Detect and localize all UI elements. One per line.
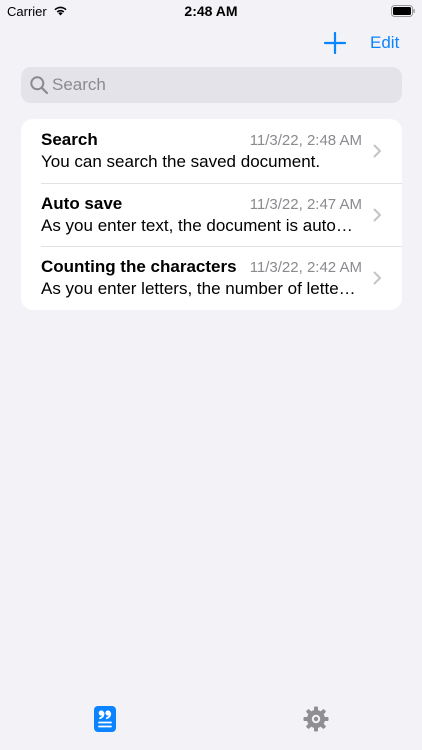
chevron-right-icon <box>373 208 381 222</box>
list-item[interactable]: Auto save 11/3/22, 2:47 AM As you enter … <box>21 182 402 247</box>
status-time: 2:48 AM <box>184 3 238 19</box>
document-quote-icon[interactable] <box>93 705 117 733</box>
document-title: Search <box>41 130 98 149</box>
list-item[interactable]: Counting the characters 11/3/22, 2:42 AM… <box>21 246 402 310</box>
chevron-right-icon <box>373 271 381 285</box>
list-item[interactable]: Search 11/3/22, 2:48 AM You can search t… <box>21 119 402 183</box>
document-date: 11/3/22, 2:48 AM <box>249 132 362 149</box>
document-preview: As you enter letters, the number of lett… <box>41 279 356 299</box>
document-preview: You can search the saved document. <box>41 152 321 171</box>
edit-button[interactable]: Edit <box>370 33 399 53</box>
document-date: 11/3/22, 2:47 AM <box>249 195 362 213</box>
document-list: Search 11/3/22, 2:48 AM You can search t… <box>21 119 402 310</box>
document-title: Counting the characters <box>41 257 237 277</box>
search-bar[interactable] <box>21 67 402 103</box>
search-input[interactable] <box>52 67 392 103</box>
battery-icon <box>391 5 415 17</box>
plus-icon[interactable] <box>322 30 348 56</box>
document-preview: As you enter text, the document is auto… <box>41 215 353 235</box>
gear-icon[interactable] <box>303 706 329 732</box>
status-bar: Carrier 2:48 AM <box>0 0 422 24</box>
search-icon <box>30 76 49 95</box>
document-title: Auto save <box>41 193 123 213</box>
screen: Carrier 2:48 AM Edit Search 11/3/22, 2:4… <box>0 0 422 750</box>
chevron-right-icon <box>373 144 381 158</box>
document-date: 11/3/22, 2:42 AM <box>249 259 362 277</box>
